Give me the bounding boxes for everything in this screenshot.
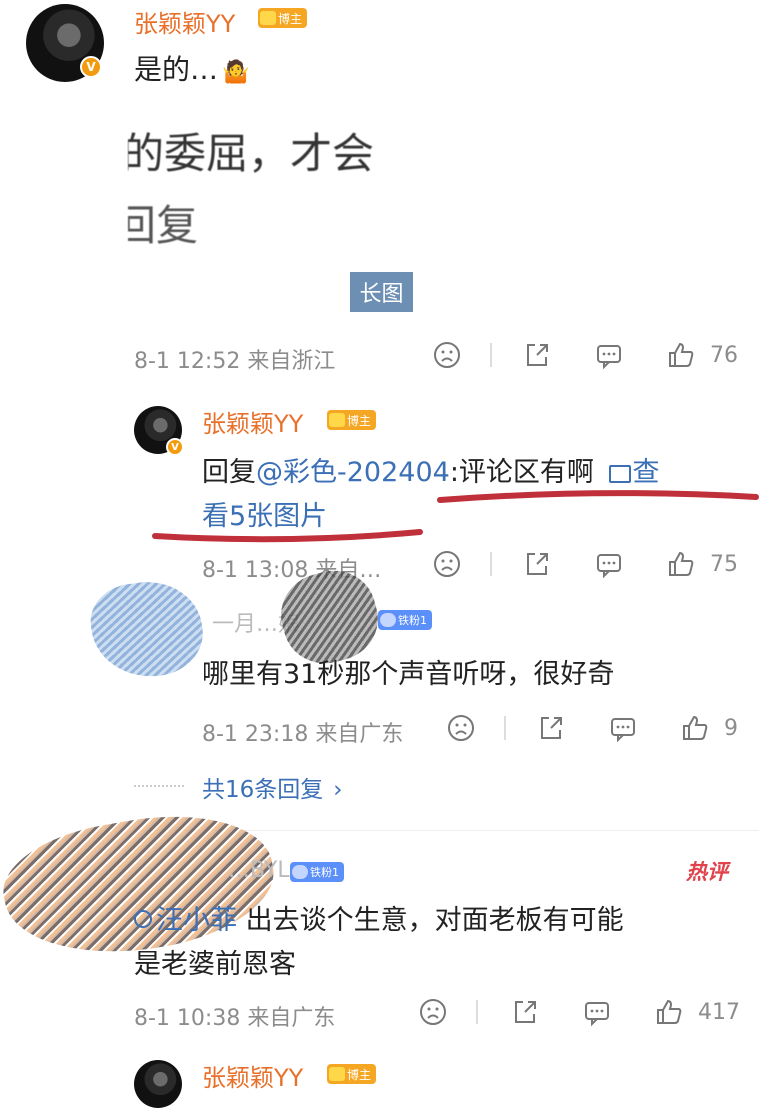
divider (490, 552, 492, 576)
share-icon[interactable] (536, 713, 566, 743)
more-replies-link[interactable]: 共16条回复 › (202, 770, 342, 804)
search-icon (134, 910, 152, 928)
divider (504, 716, 506, 740)
heart-icon (380, 613, 396, 627)
scribble-avatar (85, 574, 209, 685)
sad-face-icon[interactable] (432, 549, 462, 579)
sad-face-icon[interactable] (418, 997, 448, 1027)
avatar[interactable] (134, 1060, 182, 1108)
comment-text-line2: 是老婆前恩客 (134, 949, 296, 980)
reply2-meta: 8-1 23:18 来自广东 (202, 722, 404, 747)
reply2-like-count: 9 (724, 716, 738, 741)
hot-comment-tag: 热评 (686, 860, 728, 884)
like-icon[interactable] (680, 713, 710, 743)
like-icon[interactable] (666, 549, 696, 579)
comment-meta: 8-1 10:38 来自广东 (134, 1006, 336, 1031)
share-icon[interactable] (522, 549, 552, 579)
next-username[interactable]: 张颖颖YY (202, 1058, 303, 1093)
crown-icon (329, 1067, 345, 1081)
comment-icon[interactable] (594, 549, 624, 579)
share-icon[interactable] (510, 997, 540, 1027)
heart-icon (292, 865, 308, 879)
chevron-right-icon: › (333, 777, 343, 803)
blogger-badge: 博主 (327, 1064, 377, 1084)
divider (476, 1000, 478, 1024)
dotted-separator (134, 785, 184, 787)
fan-badge: 铁粉1 (290, 862, 344, 882)
comment-icon[interactable] (582, 997, 612, 1027)
comment-like-count: 417 (698, 1000, 740, 1025)
comment-icon[interactable] (608, 713, 638, 743)
search-topic-link[interactable]: 汪小菲 (134, 905, 237, 936)
fan-badge: 铁粉1 (378, 610, 432, 630)
red-underline-marks (152, 490, 759, 543)
comment-text: 汪小菲 出去谈个生意，对面老板有可能 (134, 898, 624, 937)
reply1-like-count: 75 (710, 552, 738, 577)
like-icon[interactable] (654, 997, 684, 1027)
reply2-text: 哪里有31秒那个声音听呀，很好奇 (202, 659, 615, 690)
comment-username[interactable]: …BYL (228, 858, 290, 883)
sad-face-icon[interactable] (446, 713, 476, 743)
